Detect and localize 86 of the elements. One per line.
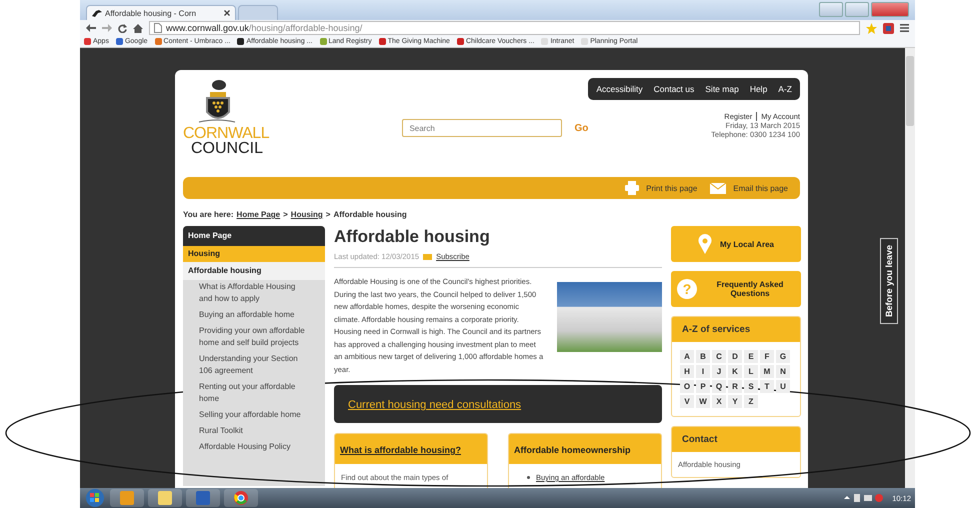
page-title: Affordable housing xyxy=(334,226,491,248)
panel-heading: A-Z of services xyxy=(672,317,800,342)
panel-heading: Contact xyxy=(672,427,800,452)
card-title: Affordable homeownership xyxy=(514,445,631,455)
bird-icon xyxy=(92,9,102,17)
minimize-button[interactable] xyxy=(819,2,843,17)
question-icon: ? xyxy=(677,279,697,299)
letter-link[interactable]: N xyxy=(776,365,790,378)
logo-text: COUNCIL xyxy=(191,141,264,156)
breadcrumb-separator: > xyxy=(283,210,288,219)
letter-link[interactable]: Q xyxy=(712,380,726,393)
taskbar-button[interactable] xyxy=(224,489,258,507)
letter-link[interactable]: C xyxy=(712,350,726,363)
letter-link[interactable]: E xyxy=(744,350,758,363)
letter-link[interactable]: R xyxy=(728,380,742,393)
top-link[interactable]: A-Z xyxy=(778,84,792,94)
start-button-icon xyxy=(84,489,106,507)
breadcrumb-link[interactable]: Housing xyxy=(290,210,323,219)
logo-text: CORNWALL xyxy=(183,126,270,141)
breadcrumb-label: You are here: xyxy=(183,210,234,219)
folder-icon xyxy=(158,491,172,505)
tool-link[interactable]: Print this page xyxy=(646,184,698,192)
letter-link[interactable]: V xyxy=(680,395,694,408)
sidebar-item[interactable]: Home Page xyxy=(183,226,325,246)
browser-tab[interactable]: Affordable housing - Corn xyxy=(86,5,236,20)
location-pin-icon xyxy=(698,234,712,254)
maximize-button[interactable] xyxy=(845,2,869,17)
scrollbar-thumb[interactable] xyxy=(906,56,914,126)
letter-link[interactable]: I xyxy=(696,365,710,378)
top-link[interactable]: Help xyxy=(750,84,768,94)
letter-link[interactable]: G xyxy=(776,350,790,363)
letter-link[interactable]: A xyxy=(680,350,694,363)
close-icon xyxy=(224,10,230,16)
close-button[interactable] xyxy=(871,2,909,17)
chrome-icon xyxy=(234,491,248,505)
letter-link[interactable]: M xyxy=(760,365,774,378)
letter-link[interactable]: B xyxy=(696,350,710,363)
letter-link[interactable]: J xyxy=(712,365,726,378)
taskbar-button[interactable] xyxy=(186,489,220,507)
tray-icons-drawing xyxy=(844,493,884,503)
letter-link[interactable]: D xyxy=(728,350,742,363)
breadcrumb-link[interactable]: Home Page xyxy=(236,210,280,219)
url-text: www.cornwall.gov.uk/housing/affordable-housing/ xyxy=(166,23,362,33)
page-icon xyxy=(154,23,162,33)
letter-link[interactable]: T xyxy=(760,380,774,393)
reload-icon xyxy=(118,24,127,32)
bullet-icon xyxy=(527,476,530,479)
star-icon xyxy=(866,22,877,34)
feedback-tab[interactable]: Before you leave xyxy=(880,238,898,324)
letter-link[interactable]: K xyxy=(728,365,742,378)
tool-link[interactable]: Email this page xyxy=(733,184,788,192)
browser-tab[interactable] xyxy=(238,5,278,20)
address-field[interactable]: www.cornwall.gov.uk/housing/affordable-housing/ xyxy=(149,21,860,35)
outlook-icon xyxy=(120,491,134,505)
back-icon xyxy=(86,24,96,32)
letter-link[interactable]: Y xyxy=(728,395,742,408)
letter-link[interactable]: U xyxy=(776,380,790,393)
top-link[interactable]: Contact us xyxy=(654,84,694,94)
letter-link[interactable]: H xyxy=(680,365,694,378)
word-icon xyxy=(196,491,210,505)
letter-link[interactable]: X xyxy=(712,395,726,408)
letter-link[interactable]: F xyxy=(760,350,774,363)
taskbar-button[interactable] xyxy=(148,489,182,507)
letter-link[interactable]: W xyxy=(696,395,710,408)
letter-link[interactable]: S xyxy=(744,380,758,393)
breadcrumb-current: Affordable housing xyxy=(333,210,407,219)
search-field[interactable]: Search xyxy=(402,119,562,137)
scrollbar[interactable] xyxy=(905,48,915,488)
letter-link[interactable]: P xyxy=(696,380,710,393)
letter-link[interactable]: O xyxy=(680,380,694,393)
forward-icon xyxy=(102,24,112,32)
letter-link[interactable]: Z xyxy=(744,395,758,408)
extension-icon xyxy=(883,22,894,34)
letter-link[interactable]: L xyxy=(744,365,758,378)
sidebar-item[interactable]: Housing xyxy=(183,246,325,262)
home-icon xyxy=(133,24,143,32)
card-title-link[interactable]: What is affordable housing? xyxy=(340,445,461,455)
breadcrumb-separator: > xyxy=(326,210,330,219)
top-link[interactable]: Site map xyxy=(705,84,739,94)
top-link[interactable]: Accessibility xyxy=(596,84,643,94)
quick-link-button[interactable]: ? Frequently Asked Questions xyxy=(671,271,801,307)
banner-link[interactable]: Current housing need consultations xyxy=(348,399,522,411)
taskbar-button[interactable] xyxy=(110,489,144,507)
quick-link-button[interactable]: My Local Area xyxy=(671,226,801,262)
sidebar-item[interactable]: Affordable housing xyxy=(183,262,325,280)
menu-icon xyxy=(900,24,909,32)
